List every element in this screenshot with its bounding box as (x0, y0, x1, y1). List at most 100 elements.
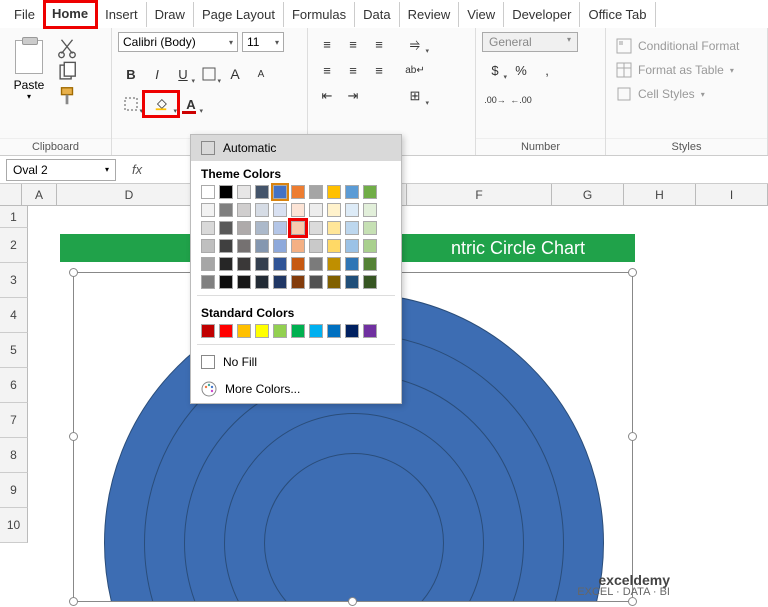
row-header[interactable]: 4 (0, 298, 28, 333)
color-swatch[interactable] (255, 185, 269, 199)
row-header[interactable]: 8 (0, 438, 28, 473)
color-swatch[interactable] (255, 203, 269, 217)
wrap-text-button[interactable]: ab↵ (400, 58, 430, 82)
conditional-format-button[interactable]: Conditional Format (612, 36, 743, 56)
color-swatch[interactable] (309, 324, 323, 338)
color-swatch[interactable] (273, 221, 287, 235)
color-swatch[interactable] (273, 324, 287, 338)
font-color-button[interactable]: A (178, 92, 204, 116)
cell-styles-button[interactable]: Cell Styles▾ (612, 84, 709, 104)
color-swatch[interactable] (201, 185, 215, 199)
row-header[interactable]: 6 (0, 368, 28, 403)
color-swatch[interactable] (219, 185, 233, 199)
resize-handle[interactable] (69, 432, 78, 441)
align-right-button[interactable]: ≡ (366, 58, 392, 82)
increase-indent-button[interactable]: ⇥ (340, 84, 366, 108)
tab-page-layout[interactable]: Page Layout (194, 2, 284, 27)
color-swatch[interactable] (201, 324, 215, 338)
color-swatch[interactable] (345, 239, 359, 253)
row-header[interactable]: 3 (0, 263, 28, 298)
column-header[interactable]: I (696, 184, 768, 205)
color-swatch[interactable] (309, 275, 323, 289)
color-swatch[interactable] (255, 221, 269, 235)
color-swatch[interactable] (201, 257, 215, 271)
color-swatch[interactable] (309, 221, 323, 235)
color-swatch[interactable] (201, 239, 215, 253)
align-bottom-button[interactable]: ≡ (366, 32, 392, 56)
shrink-font-button[interactable]: A (248, 62, 274, 86)
tab-file[interactable]: File (6, 2, 44, 27)
tab-review[interactable]: Review (400, 2, 460, 27)
color-swatch[interactable] (291, 275, 305, 289)
column-header[interactable]: D (57, 184, 202, 205)
color-swatch[interactable] (273, 257, 287, 271)
tab-view[interactable]: View (459, 2, 504, 27)
tab-developer[interactable]: Developer (504, 2, 580, 27)
color-swatch[interactable] (345, 203, 359, 217)
underline-button[interactable]: U (170, 62, 196, 86)
color-swatch[interactable] (219, 324, 233, 338)
color-swatch[interactable] (309, 257, 323, 271)
color-swatch[interactable] (237, 203, 251, 217)
tab-office[interactable]: Office Tab (580, 2, 655, 27)
row-header[interactable]: 9 (0, 473, 28, 508)
resize-handle[interactable] (348, 597, 357, 606)
column-header[interactable]: A (22, 184, 57, 205)
color-swatch[interactable] (291, 203, 305, 217)
color-swatch[interactable] (363, 257, 377, 271)
color-swatch[interactable] (273, 239, 287, 253)
color-swatch[interactable] (291, 257, 305, 271)
fill-automatic-item[interactable]: Automatic (191, 135, 401, 161)
more-colors-item[interactable]: More Colors... (191, 375, 401, 403)
color-swatch[interactable] (363, 185, 377, 199)
color-swatch[interactable] (291, 239, 305, 253)
color-swatch[interactable] (363, 221, 377, 235)
column-header[interactable]: H (624, 184, 696, 205)
decrease-decimal-button[interactable]: ←.00 (508, 88, 534, 112)
color-swatch[interactable] (291, 185, 305, 199)
color-swatch[interactable] (273, 185, 287, 199)
copy-button[interactable] (56, 62, 78, 82)
color-swatch[interactable] (237, 275, 251, 289)
column-header[interactable]: F (407, 184, 552, 205)
align-middle-button[interactable]: ≡ (340, 32, 366, 56)
bold-button[interactable]: B (118, 62, 144, 86)
column-header[interactable]: G (552, 184, 624, 205)
resize-handle[interactable] (628, 268, 637, 277)
color-swatch[interactable] (255, 324, 269, 338)
color-swatch[interactable] (219, 257, 233, 271)
color-swatch[interactable] (345, 324, 359, 338)
color-swatch[interactable] (219, 275, 233, 289)
color-swatch[interactable] (255, 257, 269, 271)
color-swatch[interactable] (201, 221, 215, 235)
select-all-corner[interactable] (0, 184, 22, 205)
tab-data[interactable]: Data (355, 2, 399, 27)
color-swatch[interactable] (219, 239, 233, 253)
fill-color-button[interactable] (144, 92, 178, 116)
color-swatch[interactable] (345, 275, 359, 289)
row-header[interactable]: 7 (0, 403, 28, 438)
merge-button[interactable]: ⊞ (400, 84, 430, 108)
font-size-combo[interactable]: 11▾ (242, 32, 284, 52)
tab-formulas[interactable]: Formulas (284, 2, 355, 27)
color-swatch[interactable] (327, 203, 341, 217)
color-swatch[interactable] (237, 185, 251, 199)
row-header[interactable]: 2 (0, 228, 28, 263)
no-fill-item[interactable]: No Fill (191, 349, 401, 375)
align-left-button[interactable]: ≡ (314, 58, 340, 82)
percent-button[interactable]: % (508, 58, 534, 82)
align-center-button[interactable]: ≡ (340, 58, 366, 82)
color-swatch[interactable] (255, 275, 269, 289)
color-swatch[interactable] (327, 324, 341, 338)
color-swatch[interactable] (345, 257, 359, 271)
row-header[interactable]: 10 (0, 508, 28, 543)
fx-icon[interactable]: fx (132, 162, 142, 177)
tab-draw[interactable]: Draw (147, 2, 194, 27)
increase-decimal-button[interactable]: .00→ (482, 88, 508, 112)
currency-button[interactable]: $ (482, 58, 508, 82)
format-as-table-button[interactable]: Format as Table▾ (612, 60, 738, 80)
comma-button[interactable]: , (534, 58, 560, 82)
color-swatch[interactable] (327, 257, 341, 271)
color-swatch[interactable] (327, 221, 341, 235)
grow-font-button[interactable]: A (222, 62, 248, 86)
